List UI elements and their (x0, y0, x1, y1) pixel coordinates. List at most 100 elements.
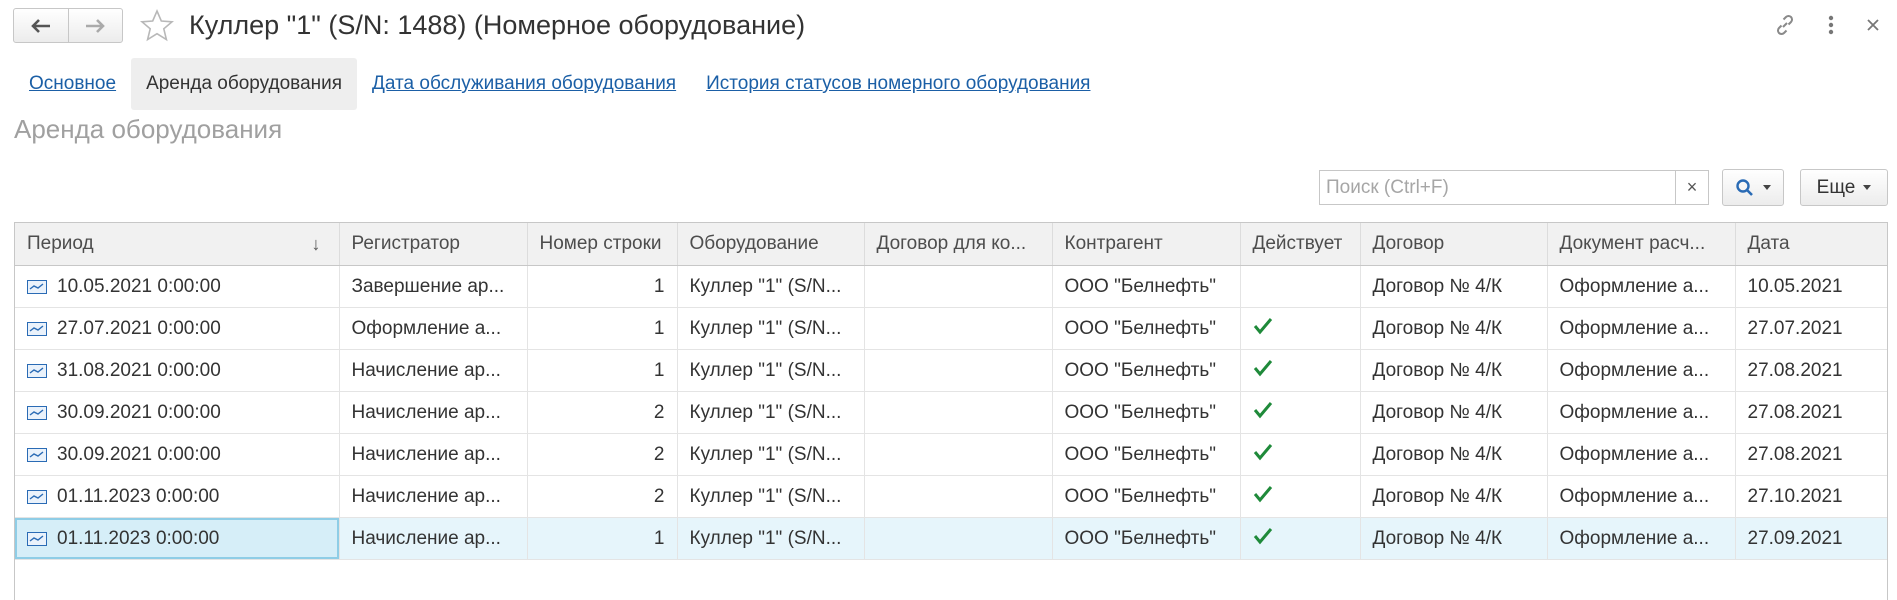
cell-settlement-document[interactable]: Оформление а... (1547, 475, 1736, 518)
cell-contract[interactable]: Договор № 4/К (1360, 265, 1548, 308)
cell-contract[interactable]: Договор № 4/К (1360, 349, 1548, 392)
cell-active[interactable] (1240, 433, 1361, 476)
cell-counterparty[interactable]: ООО "Белнефть" (1052, 391, 1241, 434)
cell-contract[interactable]: Договор № 4/К (1360, 307, 1548, 350)
cell-line-number[interactable]: 1 (527, 517, 678, 560)
cell-line-number[interactable]: 2 (527, 391, 678, 434)
cell-line-number[interactable]: 2 (527, 475, 678, 518)
column-header-counterparty[interactable]: Контрагент (1052, 223, 1241, 266)
cell-active[interactable] (1240, 349, 1361, 392)
clear-search-button[interactable]: × (1675, 171, 1708, 204)
cell-period[interactable]: 31.08.2021 0:00:00 (15, 349, 340, 392)
cell-registrator[interactable]: Начисление ар... (339, 433, 528, 476)
cell-period[interactable]: 01.11.2023 0:00:00 (15, 517, 340, 560)
column-header-contract[interactable]: Договор (1360, 223, 1548, 266)
cell-contract[interactable]: Договор № 4/К (1360, 475, 1548, 518)
cell-registrator[interactable]: Оформление а... (339, 307, 528, 350)
cell-period[interactable]: 30.09.2021 0:00:00 (15, 391, 340, 434)
cell-date[interactable]: 10.05.2021 (1735, 265, 1887, 308)
cell-registrator[interactable]: Начисление ар... (339, 391, 528, 434)
cell-active[interactable] (1240, 391, 1361, 434)
cell-settlement-document[interactable]: Оформление а... (1547, 517, 1736, 560)
cell-date[interactable]: 27.07.2021 (1735, 307, 1887, 350)
column-header-registrator[interactable]: Регистратор (339, 223, 528, 266)
more-button[interactable]: Еще (1800, 169, 1888, 206)
cell-contract[interactable]: Договор № 4/К (1360, 391, 1548, 434)
cell-settlement-document[interactable]: Оформление а... (1547, 265, 1736, 308)
rent-table[interactable]: Период ↓ Регистратор Номер строки Оборудо… (14, 222, 1888, 600)
cell-counterparty[interactable]: ООО "Белнефть" (1052, 517, 1241, 560)
forward-button[interactable] (67, 9, 123, 42)
cell-equipment[interactable]: Куллер "1" (S/N... (677, 307, 865, 350)
search-button[interactable] (1722, 169, 1784, 206)
cell-settlement-document[interactable]: Оформление а... (1547, 349, 1736, 392)
table-row[interactable]: 01.11.2023 0:00:00 Начисление ар... 2 Кулле… (15, 475, 1887, 518)
cell-registrator[interactable]: Начисление ар... (339, 475, 528, 518)
cell-line-number[interactable]: 2 (527, 433, 678, 476)
column-header-settlement-document[interactable]: Документ расч... (1547, 223, 1736, 266)
cell-period[interactable]: 10.05.2021 0:00:00 (15, 265, 340, 308)
cell-active[interactable] (1240, 265, 1361, 308)
cell-registrator[interactable]: Завершение ар... (339, 265, 528, 308)
cell-registrator[interactable]: Начисление ар... (339, 349, 528, 392)
tab-main[interactable]: Основное (14, 58, 131, 110)
cell-date[interactable]: 27.08.2021 (1735, 349, 1887, 392)
column-header-date[interactable]: Дата (1735, 223, 1887, 266)
cell-period[interactable]: 01.11.2023 0:00:00 (15, 475, 340, 518)
cell-equipment[interactable]: Куллер "1" (S/N... (677, 433, 865, 476)
cell-settlement-document[interactable]: Оформление а... (1547, 307, 1736, 350)
cell-period[interactable]: 30.09.2021 0:00:00 (15, 433, 340, 476)
cell-contract-for[interactable] (864, 391, 1053, 434)
cell-registrator[interactable]: Начисление ар... (339, 517, 528, 560)
search-input[interactable] (1320, 171, 1682, 204)
tab-equipment-rent[interactable]: Аренда оборудования (131, 58, 358, 110)
cell-contract-for[interactable] (864, 475, 1053, 518)
cell-counterparty[interactable]: ООО "Белнефть" (1052, 307, 1241, 350)
table-row[interactable]: 10.05.2021 0:00:00 Завершение ар... 1 Кулле… (15, 265, 1887, 308)
cell-contract-for[interactable] (864, 307, 1053, 350)
cell-counterparty[interactable]: ООО "Белнефть" (1052, 349, 1241, 392)
cell-line-number[interactable]: 1 (527, 307, 678, 350)
column-header-equipment[interactable]: Оборудование (677, 223, 865, 266)
back-button[interactable] (14, 9, 68, 42)
more-vertical-icon[interactable] (1816, 10, 1846, 40)
close-icon[interactable] (1858, 10, 1888, 40)
table-row[interactable]: 01.11.2023 0:00:00 Начисление ар... 1 Кулле… (15, 517, 1887, 560)
cell-contract-for[interactable] (864, 349, 1053, 392)
cell-active[interactable] (1240, 307, 1361, 350)
cell-line-number[interactable]: 1 (527, 349, 678, 392)
tab-service-date[interactable]: Дата обслуживания оборудования (357, 58, 691, 110)
cell-contract[interactable]: Договор № 4/К (1360, 517, 1548, 560)
cell-equipment[interactable]: Куллер "1" (S/N... (677, 517, 865, 560)
table-row[interactable]: 27.07.2021 0:00:00 Оформление а... 1 Куллер… (15, 307, 1887, 350)
column-header-active[interactable]: Действует (1240, 223, 1361, 266)
cell-date[interactable]: 27.09.2021 (1735, 517, 1887, 560)
cell-period[interactable]: 27.07.2021 0:00:00 (15, 307, 340, 350)
cell-contract[interactable]: Договор № 4/К (1360, 433, 1548, 476)
cell-active[interactable] (1240, 517, 1361, 560)
cell-counterparty[interactable]: ООО "Белнефть" (1052, 475, 1241, 518)
column-header-contract-for[interactable]: Договор для ко... (864, 223, 1053, 266)
column-header-line-number[interactable]: Номер строки (527, 223, 678, 266)
column-header-period[interactable]: Период ↓ (15, 223, 340, 266)
table-row[interactable]: 30.09.2021 0:00:00 Начисление ар... 2 Кулле… (15, 391, 1887, 434)
cell-contract-for[interactable] (864, 265, 1053, 308)
tab-status-history[interactable]: История статусов номерного оборудования (691, 58, 1105, 110)
cell-counterparty[interactable]: ООО "Белнефть" (1052, 433, 1241, 476)
cell-equipment[interactable]: Куллер "1" (S/N... (677, 349, 865, 392)
cell-contract-for[interactable] (864, 433, 1053, 476)
cell-equipment[interactable]: Куллер "1" (S/N... (677, 391, 865, 434)
cell-date[interactable]: 27.08.2021 (1735, 433, 1887, 476)
star-icon[interactable] (139, 8, 175, 44)
cell-equipment[interactable]: Куллер "1" (S/N... (677, 475, 865, 518)
cell-date[interactable]: 27.08.2021 (1735, 391, 1887, 434)
link-icon[interactable] (1770, 10, 1800, 40)
cell-line-number[interactable]: 1 (527, 265, 678, 308)
table-row[interactable]: 31.08.2021 0:00:00 Начисление ар... 1 Кулле… (15, 349, 1887, 392)
cell-contract-for[interactable] (864, 517, 1053, 560)
table-row[interactable]: 30.09.2021 0:00:00 Начисление ар... 2 Кулле… (15, 433, 1887, 476)
cell-equipment[interactable]: Куллер "1" (S/N... (677, 265, 865, 308)
cell-counterparty[interactable]: ООО "Белнефть" (1052, 265, 1241, 308)
cell-date[interactable]: 27.10.2021 (1735, 475, 1887, 518)
cell-active[interactable] (1240, 475, 1361, 518)
